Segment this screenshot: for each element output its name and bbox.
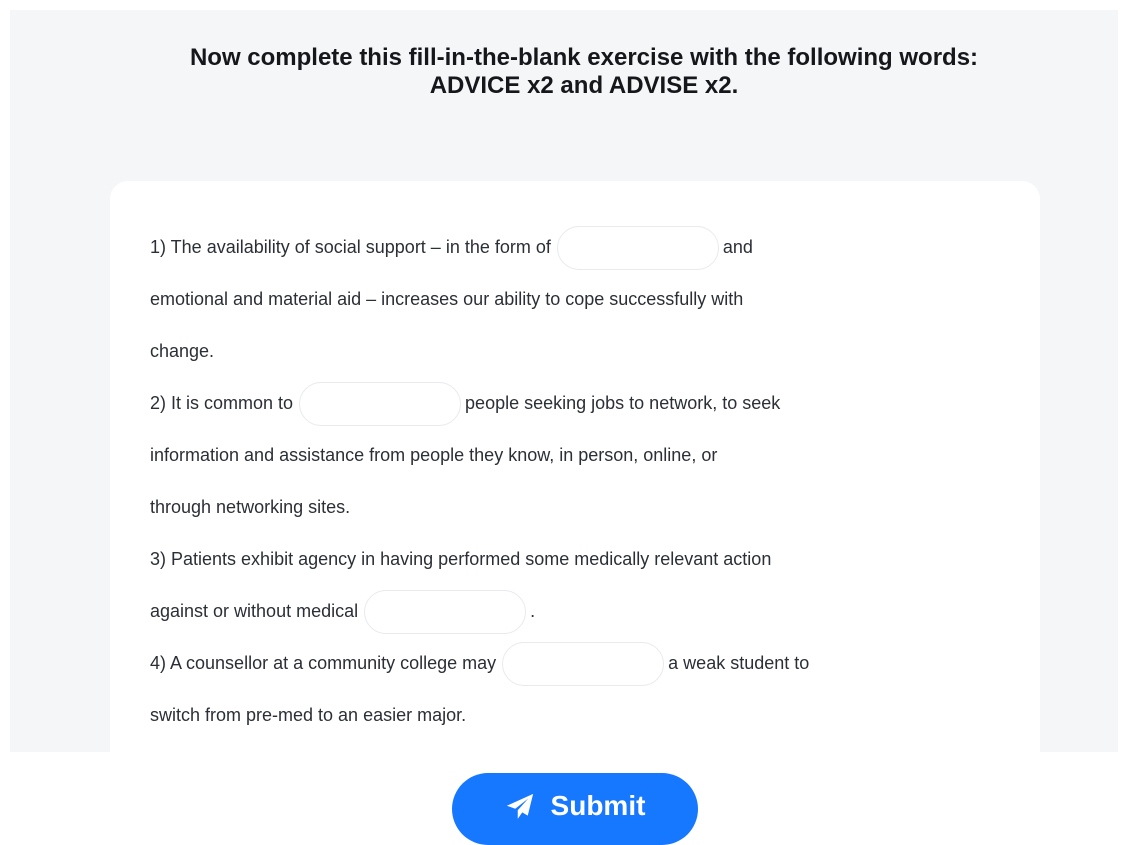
question-1-text-after-blank: and (722, 237, 753, 257)
submit-label: Submit (550, 790, 646, 821)
question-4-line-1: 4) A counsellor at a community college m… (150, 637, 1010, 689)
exercise-card: 1) The availability of social support – … (110, 181, 1040, 752)
question-1-line-1: 1) The availability of social support – … (150, 221, 1010, 273)
question-4-line-2: switch from pre-med to an easier major. (150, 705, 467, 725)
exercise-panel: Now complete this fill-in-the-blank exer… (10, 10, 1118, 752)
question-3-blank[interactable] (364, 590, 527, 635)
question-3-line-1: 3) Patients exhibit agency in having per… (150, 549, 772, 569)
question-2-line-3: through networking sites. (150, 497, 351, 517)
question-1-blank[interactable] (556, 226, 719, 271)
paper-plane-icon (506, 793, 533, 819)
question-2-line-1: 2) It is common to people seeking jobs to… (150, 377, 1010, 429)
question-4-text-start: 4) A counsellor at a community college m… (150, 653, 497, 673)
question-3-line-2: against or without medical. (150, 585, 1010, 637)
question-2-text-start: 2) It is common to (150, 393, 294, 413)
question-4-blank[interactable] (502, 642, 665, 687)
question-3-text-after-blank: . (530, 601, 536, 621)
question-2-line-2: information and assistance from people t… (150, 445, 718, 465)
exercise-text: 1) The availability of social support – … (150, 221, 1010, 741)
question-1-line-2: emotional and material aid – increases o… (150, 289, 744, 309)
question-2-text-after-blank: people seeking jobs to network, to seek (465, 393, 781, 413)
question-1-line-3: change. (150, 341, 215, 361)
instruction-heading: Now complete this fill-in-the-blank exer… (10, 44, 1118, 100)
question-4-text-after-blank: a weak student to (668, 653, 810, 673)
question-2-blank[interactable] (299, 382, 462, 427)
instruction-line-2: ADVICE x2 and ADVISE x2. (429, 72, 739, 99)
submit-button[interactable]: Submit (452, 773, 698, 845)
question-1-text-start: 1) The availability of social support – … (150, 237, 551, 257)
instruction-line-1: Now complete this fill-in-the-blank exer… (189, 44, 979, 71)
question-3-text-start: against or without medical (150, 601, 359, 621)
footer-bar: Submit (0, 752, 1125, 845)
